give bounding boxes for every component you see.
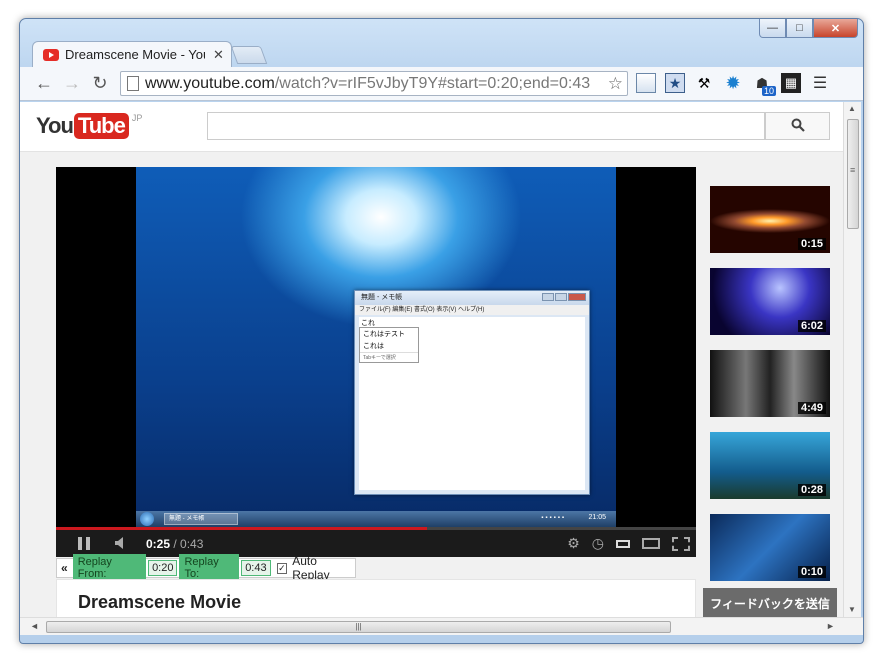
time-display: 0:25 / 0:43	[146, 537, 203, 551]
player-right-controls: ⚙ ◷	[567, 535, 690, 552]
thumbnail-duration: 0:28	[797, 484, 826, 496]
scroll-grip-icon: ≡	[850, 165, 856, 175]
related-videos: 0:15 6:02 4:49 0:28 0:10	[710, 186, 832, 596]
scroll-down-icon[interactable]: ▼	[848, 605, 856, 614]
ime-hint: Tabキーで選択	[360, 352, 418, 362]
thumbnail-duration: 0:15	[797, 238, 826, 250]
small-player-icon[interactable]	[616, 539, 630, 548]
extension-icons: ★ ⚒ ✹ ☗ 10 ▦ ☰	[636, 73, 830, 96]
pause-icon[interactable]	[78, 537, 90, 550]
panel-extension-icon[interactable]	[636, 73, 656, 93]
replay-to-input[interactable]: 0:43	[241, 560, 271, 576]
browser-window: — □ ✕ Dreamscene Movie - YouTube ✕ ← → ↻…	[19, 18, 864, 644]
minimize-button[interactable]: —	[759, 19, 786, 38]
page-viewport: You Tube JP 無題 - メモ帳 ファイル(F) 編集(E) 書式(O)…	[20, 102, 843, 617]
taskbar-item: 無題 - メモ帳	[164, 513, 238, 525]
thumbnail-duration: 6:02	[797, 320, 826, 332]
notepad-body: これ これはテスト これは Tabキーで選択	[359, 317, 585, 490]
auto-replay-label: Auto Replay	[292, 554, 330, 582]
back-button[interactable]: ←	[30, 73, 58, 94]
tray-icons: ▪▪▪▪▪▪	[541, 515, 566, 521]
scroll-left-icon[interactable]: ◄	[30, 621, 39, 631]
logo-region-text: JP	[131, 113, 143, 123]
tab-close-icon[interactable]: ✕	[213, 47, 224, 63]
search-icon	[791, 118, 805, 135]
window-controls: — □ ✕	[759, 19, 858, 38]
ime-suggestion: これは	[363, 343, 384, 350]
youtube-favicon-icon	[43, 48, 59, 61]
notepad-menu: ファイル(F) 編集(E) 書式(O) 表示(V) ヘルプ(H)	[355, 305, 589, 315]
extension-badge-count: 10	[761, 86, 776, 96]
youtube-header: You Tube JP	[20, 102, 843, 152]
video-player[interactable]: 無題 - メモ帳 ファイル(F) 編集(E) 書式(O) 表示(V) ヘルプ(H…	[56, 167, 696, 557]
bookmark-star-icon[interactable]: ☆	[607, 74, 623, 94]
vertical-scrollbar[interactable]: ▲ ≡ ▼	[843, 102, 861, 617]
clock-icon[interactable]: ◷	[592, 535, 604, 552]
sprocket-extension-icon[interactable]: ✹	[723, 73, 743, 93]
related-video-thumbnail[interactable]: 0:10	[710, 514, 830, 581]
player-controls: 0:25 / 0:43 ⚙ ◷	[56, 530, 696, 557]
horizontal-scroll-thumb[interactable]: |||	[46, 621, 671, 633]
replay-from-input[interactable]: 0:20	[148, 560, 178, 576]
page-icon	[127, 76, 139, 91]
logo-you-text: You	[36, 113, 74, 138]
related-video-thumbnail[interactable]: 4:49	[710, 350, 830, 417]
fullscreen-icon[interactable]	[672, 536, 690, 551]
replay-toolbar: « Replay From: 0:20 Replay To: 0:43 ✓ Au…	[56, 554, 356, 582]
badge-extension-icon[interactable]: ☗ 10	[752, 73, 776, 96]
replay-from-label: Replay From:	[72, 554, 147, 582]
close-window-button[interactable]: ✕	[813, 19, 858, 38]
thumbnail-duration: 0:10	[797, 566, 826, 578]
horizontal-scrollbar[interactable]: ◄ ||| ►	[20, 617, 863, 635]
ime-suggestion-list: これはテスト これは Tabキーで選択	[359, 327, 419, 363]
related-video-thumbnail[interactable]: 0:28	[710, 432, 830, 499]
youtube-logo[interactable]: You Tube JP	[36, 113, 142, 139]
url-host: www.youtube.com	[145, 74, 275, 92]
notepad-window-in-video: 無題 - メモ帳 ファイル(F) 編集(E) 書式(O) 表示(V) ヘルプ(H…	[354, 290, 590, 495]
collapse-replay-button[interactable]: «	[61, 561, 68, 575]
related-video-thumbnail[interactable]: 6:02	[710, 268, 830, 335]
replay-to-label: Replay To:	[179, 554, 240, 582]
theater-mode-icon[interactable]	[642, 538, 660, 549]
grid-extension-icon[interactable]: ▦	[781, 73, 801, 93]
related-video-thumbnail[interactable]: 0:15	[710, 186, 830, 253]
bookmark-manager-icon[interactable]: ★	[665, 73, 685, 93]
current-time: 0:25	[146, 537, 171, 551]
search-button[interactable]	[765, 112, 830, 140]
start-orb-icon	[140, 512, 154, 526]
notepad-window-controls	[542, 293, 586, 301]
search-input[interactable]	[207, 112, 765, 140]
reload-button[interactable]: ↻	[86, 73, 114, 94]
scroll-up-icon[interactable]: ▲	[848, 104, 856, 113]
maximize-button[interactable]: □	[786, 19, 813, 38]
duration: 0:43	[180, 537, 204, 551]
video-info-panel: Dreamscene Movie	[56, 579, 696, 617]
address-bar[interactable]: www.youtube.com /watch?v=rIF5vJbyT9Y#sta…	[120, 71, 628, 96]
forward-button[interactable]: →	[58, 73, 86, 94]
ime-suggestion: これはテスト	[363, 331, 405, 338]
taskbar-clock: 21:05	[588, 514, 606, 521]
browser-menu-icon[interactable]: ☰	[810, 73, 830, 93]
browser-toolbar: ← → ↻ www.youtube.com /watch?v=rIF5vJbyT…	[20, 67, 863, 101]
time-separator: /	[170, 537, 181, 551]
tool-extension-icon[interactable]: ⚒	[694, 73, 714, 93]
video-title: Dreamscene Movie	[78, 592, 242, 612]
thumbnail-duration: 4:49	[797, 402, 826, 414]
tab-title: Dreamscene Movie - YouTube	[65, 47, 205, 62]
new-tab-button[interactable]	[230, 46, 268, 64]
auto-replay-checkbox[interactable]: ✓	[276, 562, 288, 574]
volume-icon[interactable]	[114, 536, 128, 550]
video-taskbar: 無題 - メモ帳 ▪▪▪▪▪▪ 21:05	[136, 511, 616, 527]
url-path: /watch?v=rIF5vJbyT9Y#start=0:20;end=0:43	[274, 74, 591, 92]
vertical-scroll-thumb[interactable]: ≡	[847, 119, 859, 229]
tab-active[interactable]: Dreamscene Movie - YouTube ✕	[32, 41, 232, 67]
send-feedback-button[interactable]: フィードバックを送信	[703, 588, 837, 617]
video-frame[interactable]: 無題 - メモ帳 ファイル(F) 編集(E) 書式(O) 表示(V) ヘルプ(H…	[136, 167, 616, 527]
gear-icon[interactable]: ⚙	[567, 535, 580, 552]
logo-tube-text: Tube	[73, 113, 129, 139]
scroll-right-icon[interactable]: ►	[826, 621, 835, 631]
